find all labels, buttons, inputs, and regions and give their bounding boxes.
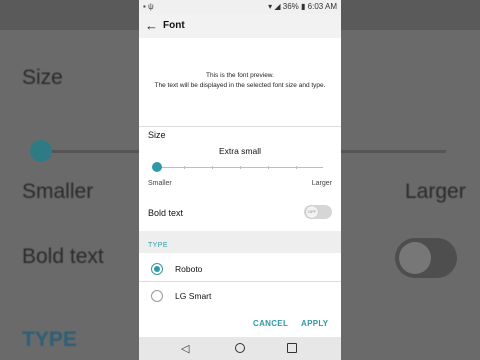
bg-type-label: TYPE [22,328,77,351]
slider-tick [268,166,269,169]
slider-tick [240,166,241,169]
slider-tick [296,166,297,169]
size-value: Extra small [218,146,262,156]
bg-toggle-knob [399,242,431,274]
radio-selected-icon[interactable] [151,263,163,275]
apply-button[interactable]: APPLY [301,319,328,328]
bg-slider-thumb [30,140,52,162]
signal-icon: ◢ [274,2,281,11]
bg-slider-track-right [341,150,446,153]
app-bar: ← Font [139,14,341,38]
bg-smaller-label: Smaller [22,180,94,203]
nav-recents-icon[interactable] [287,343,297,353]
navigation-bar: ◁ [139,337,341,360]
status-bar: ▪ ψ ▾ ◢ 36% ▮ 6:03 AM [139,0,341,14]
font-option-label: LG Smart [175,291,212,301]
battery-percent: 36% [282,2,299,11]
bg-larger-label: Larger [405,180,466,203]
size-slider-thumb[interactable] [152,162,162,172]
bg-toggle [395,238,457,278]
font-option-roboto[interactable]: Roboto [139,256,341,282]
dialog-actions: CANCEL APPLY [139,311,341,337]
page-title: Font [163,20,185,31]
notification-icons: ▪ ψ [143,2,154,11]
slider-tick [212,166,213,169]
font-preview: This is the font preview. The text will … [139,38,341,126]
type-section-header: TYPE [148,242,168,249]
battery-icon: ▮ [301,2,306,11]
nav-back-icon[interactable]: ◁ [181,342,189,355]
slider-tick [184,166,185,169]
font-option-lg-smart[interactable]: LG Smart [139,283,341,309]
divider [139,281,341,282]
size-slider-track[interactable] [157,166,323,169]
font-option-label: Roboto [175,264,203,274]
nav-home-icon[interactable] [235,343,245,353]
bg-slider-track-left [40,150,139,153]
clock: 6:03 AM [307,2,337,11]
bold-text-label: Bold text [148,208,184,218]
radio-unselected-icon[interactable] [151,290,163,302]
bold-text-row[interactable]: Bold text OFF [139,198,341,228]
toggle-knob: OFF [306,206,318,218]
preview-line-1: This is the font preview. [206,72,274,79]
bold-text-toggle[interactable]: OFF [304,205,332,219]
divider [139,126,341,127]
status-right: ▾ ◢ 36% ▮ 6:03 AM [268,2,337,11]
phone-screen: ▪ ψ ▾ ◢ 36% ▮ 6:03 AM ← Font This is the… [139,0,341,360]
wifi-icon: ▾ [268,2,273,11]
slider-min-label: Smaller [148,180,172,187]
slider-max-label: Larger [311,180,332,187]
bg-bold-label: Bold text [22,245,104,268]
type-header-background [139,231,341,253]
back-arrow-icon[interactable]: ← [145,18,158,33]
size-label: Size [148,130,166,140]
bg-size-label: Size [22,66,63,89]
cancel-button[interactable]: CANCEL [253,319,288,328]
preview-line-2: The text will be displayed in the select… [154,82,326,89]
